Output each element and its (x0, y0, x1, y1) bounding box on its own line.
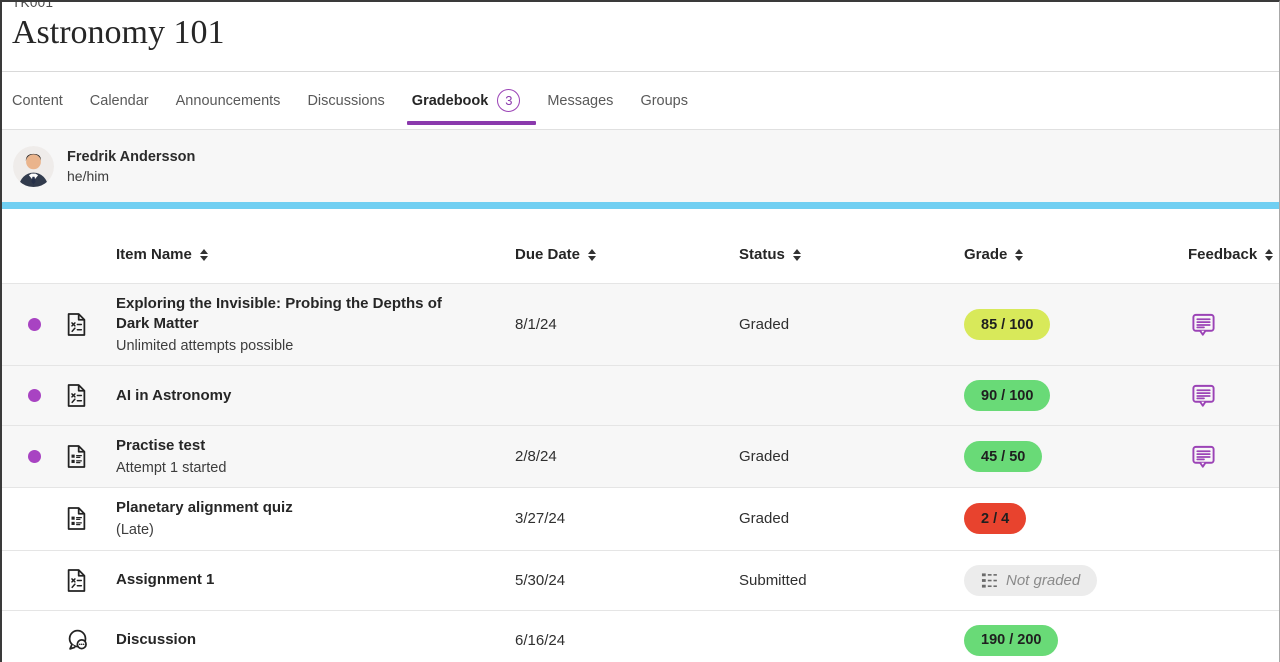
table-row[interactable]: Practise test Attempt 1 started 2/8/24 G… (2, 425, 1279, 487)
tab-announcements[interactable]: Announcements (176, 72, 281, 129)
status-text: Submitted (739, 572, 964, 589)
grade-pill[interactable]: 45 / 50 (964, 441, 1042, 472)
table-row[interactable]: AI in Astronomy 90 / 100 (2, 365, 1279, 425)
new-activity-indicator (28, 318, 41, 331)
header-status: Status (739, 246, 785, 263)
item-title[interactable]: Assignment 1 (116, 570, 476, 590)
tab-messages[interactable]: Messages (547, 72, 613, 129)
tab-groups[interactable]: Groups (640, 72, 688, 129)
student-name: Fredrik Andersson (67, 149, 195, 165)
item-subtitle: Attempt 1 started (116, 459, 476, 478)
item-title[interactable]: Planetary alignment quiz (116, 498, 476, 518)
item-title[interactable]: Exploring the Invisible: Probing the Dep… (116, 294, 476, 335)
grade-pill[interactable]: 90 / 100 (964, 380, 1050, 411)
item-title[interactable]: Practise test (116, 436, 476, 456)
sort-status[interactable]: Status (739, 246, 801, 263)
course-tab-bar: Content Calendar Announcements Discussio… (2, 72, 1279, 130)
feedback-icon[interactable] (1191, 312, 1216, 337)
quiz-document-icon (66, 506, 116, 531)
sort-due-date[interactable]: Due Date (515, 246, 596, 263)
discussion-icon (66, 628, 116, 652)
feedback-icon[interactable] (1191, 383, 1216, 408)
sort-arrows-icon (588, 249, 596, 261)
quiz-document-icon (66, 444, 116, 469)
assignment-document-icon (66, 383, 116, 408)
sort-item-name[interactable]: Item Name (116, 246, 208, 263)
sort-grade[interactable]: Grade (964, 246, 1023, 263)
due-date: 2/8/24 (515, 448, 739, 465)
item-subtitle: (Late) (116, 521, 476, 540)
rubric-grid-icon (981, 572, 998, 589)
header-item-name: Item Name (116, 246, 192, 263)
assignment-document-icon (66, 312, 116, 337)
course-header: TK001 Astronomy 101 (2, 2, 1279, 72)
table-row[interactable]: Planetary alignment quiz (Late) 3/27/24 … (2, 487, 1279, 549)
due-date: 3/27/24 (515, 510, 739, 527)
item-title[interactable]: Discussion (116, 630, 476, 650)
assignment-document-icon (66, 568, 116, 593)
tab-content[interactable]: Content (12, 72, 63, 129)
gradebook-table-header: Item Name Due Date Status Grade Feedback (2, 209, 1279, 283)
grade-pill[interactable]: 85 / 100 (964, 309, 1050, 340)
grade-pill[interactable]: 190 / 200 (964, 625, 1058, 656)
not-graded-pill[interactable]: Not graded (964, 565, 1097, 596)
table-row[interactable]: Discussion 6/16/24 190 / 200 (2, 610, 1279, 662)
status-text: Graded (739, 316, 964, 333)
course-code: TK001 (12, 2, 1279, 10)
new-activity-indicator (28, 389, 41, 402)
student-avatar[interactable] (13, 146, 54, 187)
item-subtitle: Unlimited attempts possible (116, 337, 476, 356)
tab-gradebook[interactable]: Gradebook 3 (412, 72, 521, 129)
header-feedback: Feedback (1188, 246, 1257, 263)
feedback-icon[interactable] (1191, 444, 1216, 469)
tab-discussions[interactable]: Discussions (307, 72, 384, 129)
new-activity-indicator (28, 450, 41, 463)
item-title[interactable]: AI in Astronomy (116, 386, 476, 406)
due-date: 6/16/24 (515, 632, 739, 649)
table-row[interactable]: Exploring the Invisible: Probing the Dep… (2, 283, 1279, 365)
sort-feedback[interactable]: Feedback (1188, 246, 1273, 263)
table-row[interactable]: Assignment 1 5/30/24 Submitted Not grade… (2, 550, 1279, 610)
status-text: Graded (739, 510, 964, 527)
not-graded-label: Not graded (1006, 572, 1080, 589)
gradebook-count-badge: 3 (497, 89, 520, 112)
sort-arrows-icon (200, 249, 208, 261)
accent-divider (2, 202, 1279, 209)
status-text: Graded (739, 448, 964, 465)
sort-arrows-icon (1265, 249, 1273, 261)
due-date: 8/1/24 (515, 316, 739, 333)
tab-calendar[interactable]: Calendar (90, 72, 149, 129)
student-pronouns: he/him (67, 168, 195, 184)
due-date: 5/30/24 (515, 572, 739, 589)
student-header: Fredrik Andersson he/him (2, 130, 1279, 202)
grade-pill[interactable]: 2 / 4 (964, 503, 1026, 534)
header-grade: Grade (964, 246, 1007, 263)
gradebook-page: TK001 Astronomy 101 Content Calendar Ann… (0, 0, 1280, 662)
sort-arrows-icon (793, 249, 801, 261)
tab-gradebook-label: Gradebook (412, 93, 489, 109)
sort-arrows-icon (1015, 249, 1023, 261)
course-title: Astronomy 101 (12, 14, 1279, 51)
header-due-date: Due Date (515, 246, 580, 263)
